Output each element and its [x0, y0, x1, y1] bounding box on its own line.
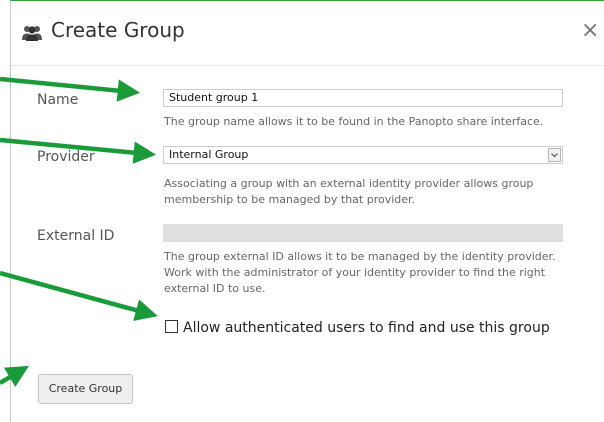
arrow-to-checkbox [0, 270, 158, 322]
annotation-arrows [0, 76, 158, 388]
arrow-to-create-button [0, 365, 29, 388]
arrow-to-name [0, 76, 141, 102]
arrow-to-provider [0, 137, 157, 164]
